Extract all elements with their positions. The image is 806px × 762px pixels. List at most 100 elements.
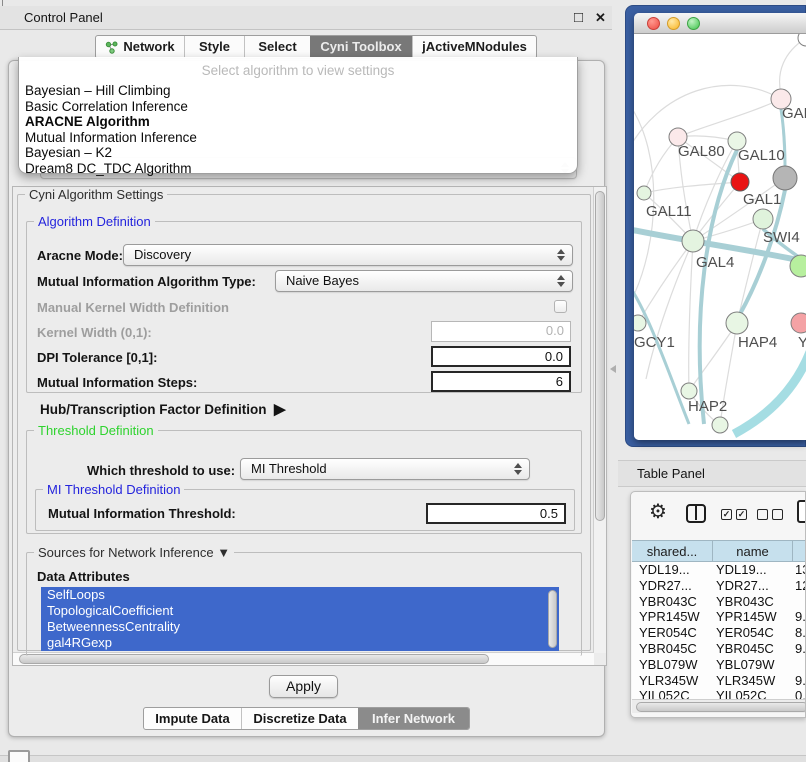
node-gcy1[interactable] [634,315,646,331]
network-canvas[interactable]: GAL8 GAL80 GAL10 GAL1 GAL11 SWI4 GAL4 GC… [634,34,806,440]
table-row[interactable]: YBR043CYBR043C [632,594,806,610]
node-gal11[interactable] [637,186,651,200]
tab-cyni-toolbox-label: Cyni Toolbox [320,36,401,58]
dropdown-item[interactable]: Bayesian – K2 [25,145,112,161]
table-row[interactable]: YPR145WYPR145W9. [632,609,806,625]
gear-icon[interactable]: ⚙ [649,500,667,524]
mi-type-combobox[interactable]: Naive Bayes [275,270,573,292]
node-label: HAP2 [688,398,727,415]
table-row[interactable]: YLR345WYLR345W9. [632,673,806,689]
algorithm-dropdown-popup: Select algorithm to view settings Bayesi… [18,57,578,174]
table-row[interactable]: YER054CYER054C8. [632,625,806,641]
close-window-icon[interactable]: ✕ [595,8,606,28]
manual-kernel-checkbox[interactable] [554,300,567,313]
dpi-tolerance-value: 0.0 [545,348,563,366]
hub-expand-arrow-icon[interactable]: ▶ [274,400,286,418]
aracne-mode-label: Aracne Mode: [37,248,123,263]
node-salmon[interactable] [791,313,806,333]
node-hap2[interactable] [681,383,697,399]
stepper-icon [557,249,567,261]
columns-icon[interactable] [686,504,706,523]
which-threshold-combobox[interactable]: MI Threshold [240,458,530,480]
mi-threshold-field[interactable]: 0.5 [426,503,566,524]
list-scrollbar-thumb[interactable] [548,590,557,648]
dropdown-item[interactable]: Bayesian – Hill Climbing [25,83,171,99]
node-label: GAL11 [646,203,692,220]
collapse-arrow-icon[interactable]: ▼ [217,545,230,560]
bottom-tabs: Impute Data Discretize Data Infer Networ… [143,707,470,730]
node-gal1[interactable] [753,209,773,229]
apply-button[interactable]: Apply [269,675,338,698]
mi-steps-label: Mutual Information Steps: [37,375,197,390]
node-bottom[interactable] [712,417,728,433]
kernel-width-field[interactable]: 0.0 [431,321,571,342]
table-row[interactable]: YBR045CYBR045C9. [632,641,806,657]
node-red[interactable] [731,173,749,191]
deselect-all-checkbox-icon[interactable] [757,509,768,520]
settings-vertical-scrollbar[interactable] [593,187,606,653]
float-window-icon[interactable]: □ [574,8,583,28]
tab-network[interactable]: Network [96,36,184,58]
close-traffic-light-icon[interactable] [647,17,660,30]
table-horizontal-scrollbar[interactable] [632,699,806,713]
mi-steps-value: 6 [556,373,563,391]
table-panel-title: Table Panel [637,461,705,487]
mi-steps-field[interactable]: 6 [431,371,571,392]
deselect-all-checkbox-icon[interactable] [772,509,783,520]
node-gray[interactable] [773,166,797,190]
mi-threshold-value: 0.5 [540,505,558,523]
settings-vertical-scrollbar-thumb[interactable] [595,191,605,521]
list-item[interactable]: BetweennessCentrality [41,619,559,635]
table-rows: YDL19...YDL19...13 YDR27...YDR27...12 YB… [632,562,806,699]
split-pane-handle[interactable] [610,365,616,373]
node-label: GAL10 [738,147,785,164]
node-label: GCY1 [634,334,675,351]
dropdown-item[interactable]: Mutual Information Inference [25,130,197,146]
tab-cyni-toolbox[interactable]: Cyni Toolbox [310,36,412,58]
column-header-partial[interactable] [793,541,806,563]
tab-jactivemnodules[interactable]: jActiveMNodules [412,36,536,58]
function-builder-icon[interactable] [797,500,806,523]
list-item[interactable]: gal4RGexp [41,635,559,651]
select-all-checkbox-icon[interactable]: ✓ [721,509,732,520]
column-header-shared-name[interactable]: shared... [632,541,713,563]
node-label: GAL80 [678,143,725,160]
aracne-mode-combobox[interactable]: Discovery [123,244,573,266]
node-label: HAP4 [738,334,777,351]
node-hap4[interactable] [726,312,748,334]
tab-discretize-data[interactable]: Discretize Data [241,708,358,729]
node-label: GAL1 [743,191,781,208]
table-row[interactable]: YIL052CYIL052C0. [632,688,806,699]
dpi-tolerance-field[interactable]: 0.0 [431,346,571,367]
tab-impute-data[interactable]: Impute Data [144,708,241,729]
table-horizontal-scrollbar-thumb[interactable] [636,702,806,712]
table-row[interactable]: YBL079WYBL079W [632,657,806,673]
network-view-window: GAL8 GAL80 GAL10 GAL1 GAL11 SWI4 GAL4 GC… [634,13,806,440]
dropdown-item-selected[interactable]: ARACNE Algorithm [25,114,150,130]
minimize-traffic-light-icon[interactable] [667,17,680,30]
mi-type-label: Mutual Information Algorithm Type: [37,274,256,289]
network-graph: GAL8 GAL80 GAL10 GAL1 GAL11 SWI4 GAL4 GC… [634,34,806,440]
select-all-checkbox-icon[interactable]: ✓ [736,509,747,520]
data-attributes-list[interactable]: SelfLoops TopologicalCoefficient Between… [41,587,559,651]
tab-infer-network[interactable]: Infer Network [358,708,469,729]
column-header-name[interactable]: name [713,541,793,563]
mi-threshold-definition-title: MI Threshold Definition [43,482,184,497]
node-partial-top[interactable] [798,34,806,46]
dropdown-item[interactable]: Dream8 DC_TDC Algorithm [25,161,192,177]
table-panel-window: ⚙ ✓ ✓ shared... name YDL19...YDL19...13 … [630,491,806,718]
table-row[interactable]: YDR27...YDR27...12 [632,578,806,594]
minimized-window-icon[interactable] [8,750,30,762]
list-item[interactable]: TopologicalCoefficient [41,603,559,619]
list-item[interactable]: SelfLoops [41,587,559,603]
zoom-traffic-light-icon[interactable] [687,17,700,30]
tab-style[interactable]: Style [184,36,244,58]
network-window-titlebar[interactable] [634,13,806,34]
sources-title: Sources for Network Inference ▼ [34,545,234,560]
mi-threshold-label: Mutual Information Threshold: [48,506,236,521]
data-attributes-label: Data Attributes [37,569,130,584]
tab-select[interactable]: Select [244,36,310,58]
dropdown-item[interactable]: Basic Correlation Inference [25,99,188,115]
table-row[interactable]: YDL19...YDL19...13 [632,562,806,578]
node-gal4[interactable] [682,230,704,252]
